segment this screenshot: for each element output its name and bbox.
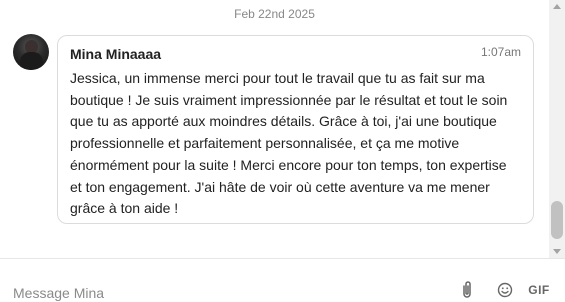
message-composer: GIF (0, 258, 565, 302)
message-input[interactable] (13, 283, 433, 302)
date-separator: Feb 22nd 2025 (234, 7, 315, 21)
gif-button[interactable]: GIF (526, 279, 552, 301)
avatar[interactable] (13, 34, 49, 70)
chat-scrollbar[interactable] (549, 0, 565, 258)
message-bubble: Mina Minaaaa 1:07am Jessica, un immense … (57, 35, 534, 224)
chat-history: Feb 22nd 2025 Mina Minaaaa 1:07am Jessic… (0, 0, 549, 258)
gif-icon: GIF (528, 283, 550, 297)
sender-name[interactable]: Mina Minaaaa (70, 46, 161, 62)
attach-button[interactable] (459, 279, 475, 301)
scroll-thumb[interactable] (551, 201, 563, 239)
paperclip-icon (463, 281, 471, 298)
scroll-down-arrow[interactable] (553, 249, 561, 254)
message-text: Jessica, un immense merci pour tout le t… (70, 70, 508, 217)
emoji-button[interactable] (495, 279, 515, 301)
emoji-icon (497, 282, 513, 298)
scroll-up-arrow[interactable] (553, 4, 561, 9)
message-time: 1:07am (480, 45, 521, 59)
